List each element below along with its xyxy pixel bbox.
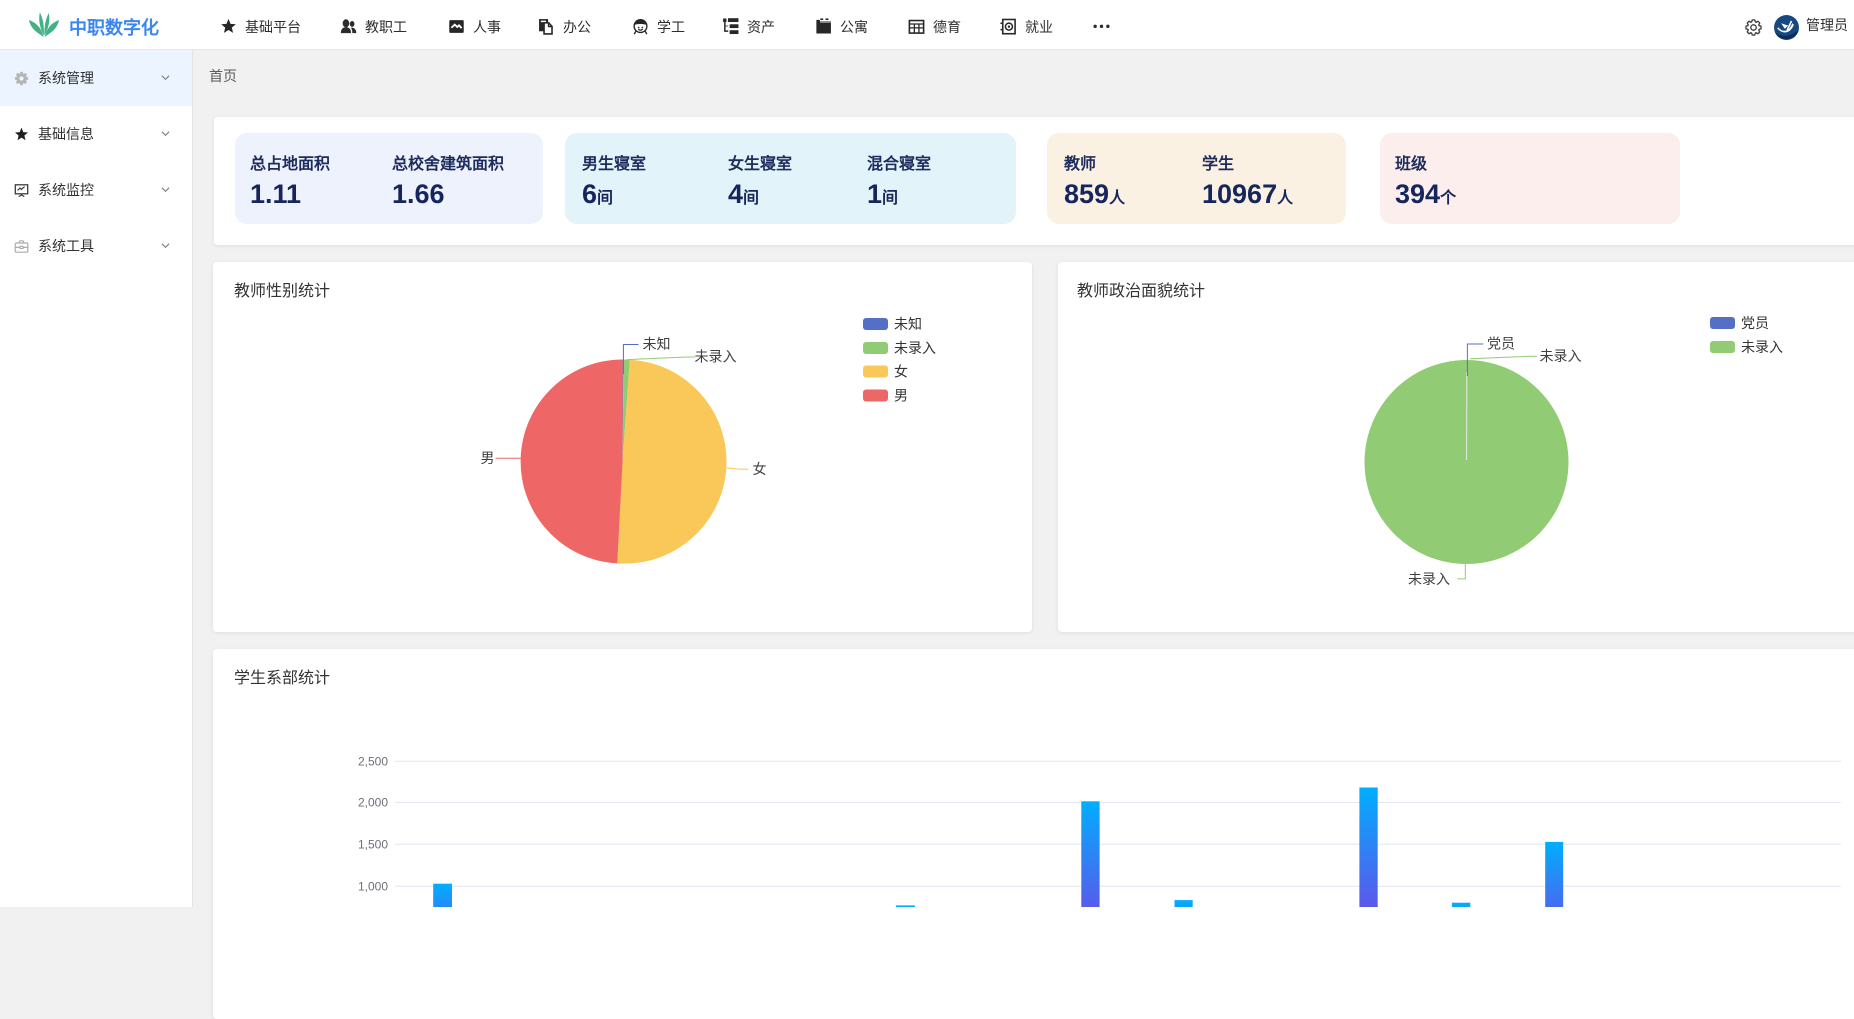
svg-text:未录入: 未录入 xyxy=(1540,348,1582,364)
svg-text:2,500: 2,500 xyxy=(358,754,388,768)
svg-text:党员: 党员 xyxy=(1741,315,1769,331)
svg-text:男: 男 xyxy=(481,450,495,466)
svg-text:男: 男 xyxy=(894,388,908,404)
svg-text:未知: 未知 xyxy=(894,316,922,332)
svg-text:未录入: 未录入 xyxy=(894,340,936,356)
svg-text:未录入: 未录入 xyxy=(695,349,737,365)
svg-text:2,000: 2,000 xyxy=(358,795,388,809)
svg-text:女: 女 xyxy=(753,461,767,477)
svg-text:未知: 未知 xyxy=(643,336,671,352)
svg-text:1,000: 1,000 xyxy=(358,879,388,893)
svg-text:女: 女 xyxy=(894,364,908,380)
svg-text:1,500: 1,500 xyxy=(358,837,388,851)
svg-text:未录入: 未录入 xyxy=(1408,571,1450,587)
svg-text:未录入: 未录入 xyxy=(1741,339,1783,355)
svg-text:党员: 党员 xyxy=(1487,336,1515,352)
